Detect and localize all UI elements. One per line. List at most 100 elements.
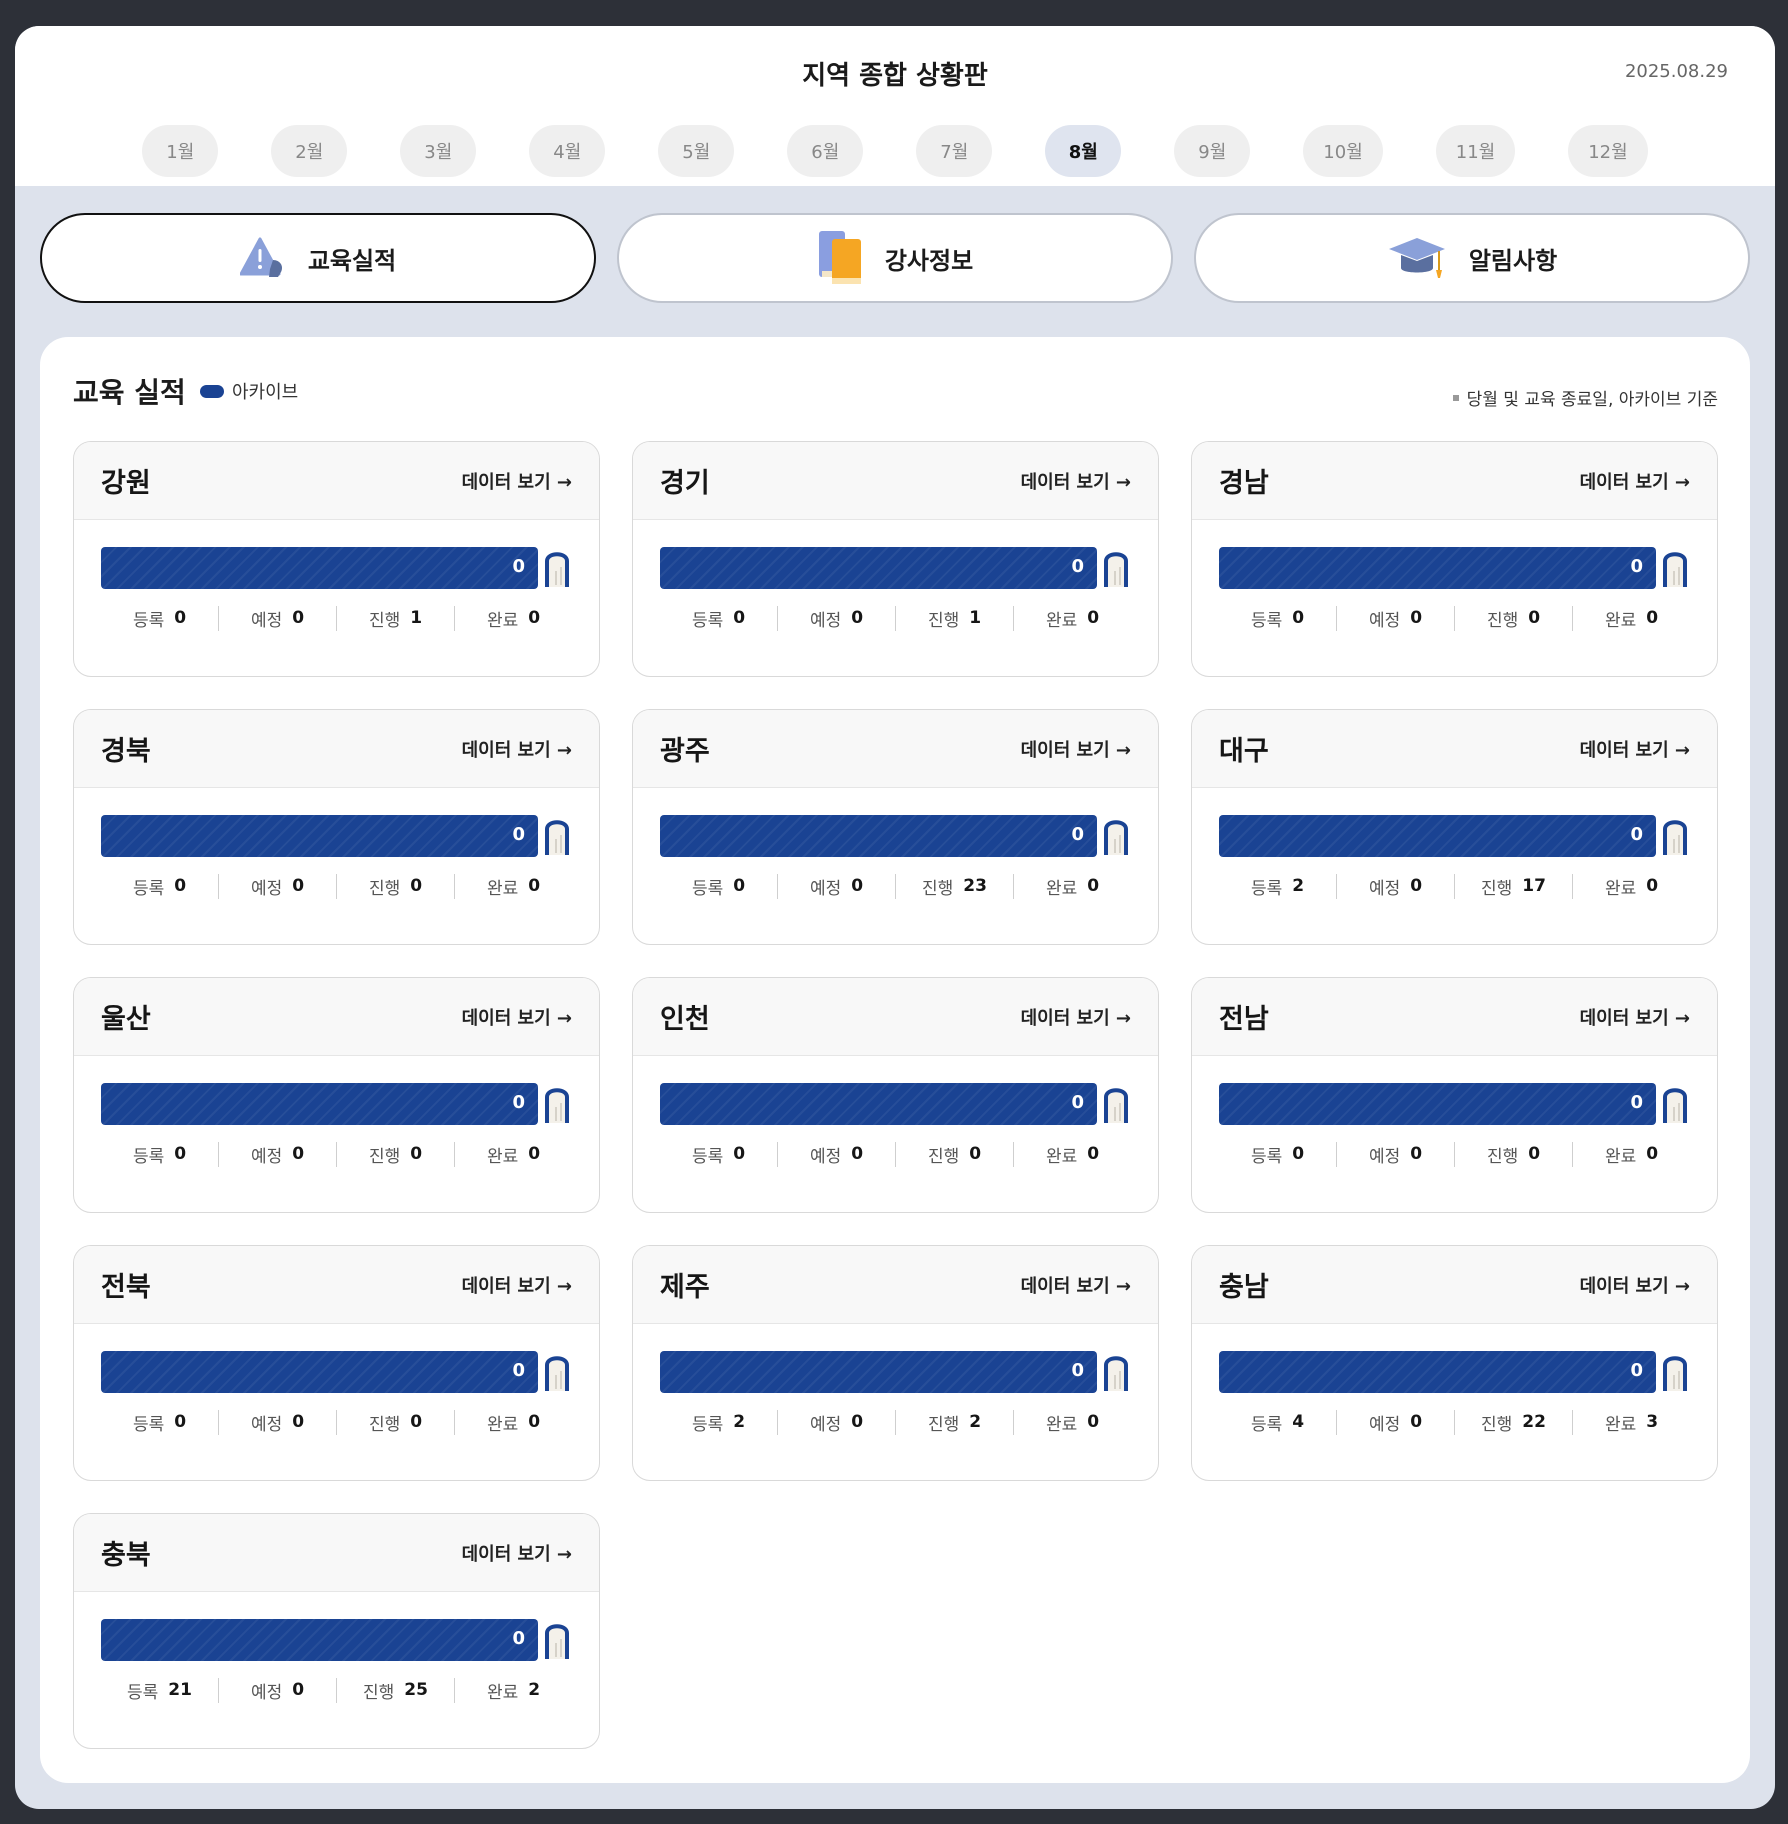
view-data-link[interactable]: 데이터 보기 → (1580, 1004, 1690, 1030)
region-card: 충북 데이터 보기 → 0 등록 21 예정 0 진행 25 완료 2 (73, 1513, 600, 1749)
stat-in-progress: 진행 17 (1454, 873, 1572, 899)
stat-completed: 완료 0 (454, 605, 572, 631)
tab-notices[interactable]: 알림사항 (1194, 213, 1750, 303)
view-data-link[interactable]: 데이터 보기 → (1580, 736, 1690, 762)
month-chip[interactable]: 10월 (1303, 125, 1383, 177)
region-card: 강원 데이터 보기 → 0 등록 0 예정 0 진행 1 완료 0 (73, 441, 600, 677)
region-name: 전북 (101, 1272, 151, 1303)
tab-instructor-info[interactable]: 강사정보 (617, 213, 1173, 303)
archive-value: 0 (1071, 824, 1084, 845)
view-data-link[interactable]: 데이터 보기 → (462, 468, 572, 494)
stat-in-progress: 진행 0 (1454, 605, 1572, 631)
stat-label: 완료 (486, 1414, 519, 1435)
region-name: 충북 (101, 1540, 151, 1571)
month-chip[interactable]: 4월 (529, 125, 606, 177)
month-chip[interactable]: 3월 (400, 125, 477, 177)
region-card: 울산 데이터 보기 → 0 등록 0 예정 0 진행 0 완료 0 (73, 977, 600, 1213)
archive-bar-row: 0 (1219, 1083, 1690, 1125)
stat-value: 0 (292, 608, 305, 628)
region-card: 경기 데이터 보기 → 0 등록 0 예정 0 진행 1 완료 0 (632, 441, 1159, 677)
stat-label: 진행 (927, 1146, 960, 1167)
stats-row: 등록 0 예정 0 진행 0 완료 0 (101, 1141, 572, 1167)
archive-bar: 0 (1219, 1351, 1656, 1393)
view-data-link[interactable]: 데이터 보기 → (1021, 1004, 1131, 1030)
stat-in-progress: 진행 0 (336, 1409, 454, 1435)
stat-completed: 완료 0 (1572, 605, 1690, 631)
card-header: 충남 데이터 보기 → (1192, 1246, 1717, 1324)
stat-registered: 등록 0 (101, 1142, 218, 1167)
view-data-link[interactable]: 데이터 보기 → (1021, 1272, 1131, 1298)
stat-label: 완료 (1045, 878, 1078, 899)
month-chip[interactable]: 6월 (787, 125, 864, 177)
tab-education-results[interactable]: 교육실적 (40, 213, 596, 303)
month-chip[interactable]: 8월 (1045, 125, 1122, 177)
stat-label: 완료 (1045, 610, 1078, 631)
region-name: 대구 (1219, 736, 1269, 767)
stat-label: 진행 (1481, 1414, 1513, 1435)
stat-completed: 완료 0 (1013, 1409, 1131, 1435)
stat-label: 예정 (250, 1414, 283, 1435)
month-chip[interactable]: 11월 (1435, 125, 1516, 177)
archive-bar: 0 (660, 1083, 1097, 1125)
month-chip[interactable]: 7월 (916, 125, 993, 177)
stat-label: 등록 (691, 878, 724, 899)
month-chip[interactable]: 1월 (142, 125, 219, 177)
view-data-link[interactable]: 데이터 보기 → (462, 736, 572, 762)
view-data-link[interactable]: 데이터 보기 → (462, 1004, 572, 1030)
archive-bar-row: 0 (1219, 1351, 1690, 1393)
view-data-link[interactable]: 데이터 보기 → (1021, 468, 1131, 494)
archive-bar: 0 (660, 815, 1097, 857)
stat-label: 예정 (1368, 1146, 1401, 1167)
archive-value: 0 (512, 1092, 525, 1113)
stat-scheduled: 예정 0 (218, 1677, 336, 1703)
archive-bar-row: 0 (101, 815, 572, 857)
stat-completed: 완료 0 (454, 1409, 572, 1435)
stat-scheduled: 예정 0 (777, 873, 895, 899)
view-data-link[interactable]: 데이터 보기 → (1580, 468, 1690, 494)
stat-label: 등록 (691, 610, 724, 631)
stat-label: 완료 (486, 1682, 519, 1703)
region-name: 광주 (660, 736, 710, 767)
view-data-link[interactable]: 데이터 보기 → (1580, 1272, 1690, 1298)
stat-value: 0 (1646, 876, 1659, 896)
stat-in-progress: 진행 0 (895, 1141, 1013, 1167)
card-header: 충북 데이터 보기 → (74, 1514, 599, 1592)
stat-in-progress: 진행 0 (1454, 1141, 1572, 1167)
stat-value: 0 (1528, 1144, 1541, 1164)
stat-registered: 등록 2 (660, 1410, 777, 1435)
archive-value: 0 (1071, 556, 1084, 577)
month-chip[interactable]: 12월 (1568, 125, 1648, 177)
stat-label: 등록 (127, 1682, 159, 1703)
region-card: 전북 데이터 보기 → 0 등록 0 예정 0 진행 0 완료 0 (73, 1245, 600, 1481)
stats-row: 등록 0 예정 0 진행 1 완료 0 (101, 605, 572, 631)
stat-label: 완료 (1604, 610, 1637, 631)
stat-value: 2 (969, 1412, 982, 1432)
archive-value: 0 (1630, 556, 1643, 577)
stat-label: 진행 (1481, 878, 1513, 899)
book-icon (1103, 1351, 1129, 1395)
month-chip[interactable]: 5월 (658, 125, 735, 177)
stat-registered: 등록 0 (101, 606, 218, 631)
view-data-link[interactable]: 데이터 보기 → (1021, 736, 1131, 762)
stat-value: 17 (1522, 876, 1546, 896)
month-chip[interactable]: 9월 (1174, 125, 1251, 177)
card-header: 경남 데이터 보기 → (1192, 442, 1717, 520)
warning-icon (239, 237, 282, 277)
month-chip[interactable]: 2월 (271, 125, 348, 177)
legend-swatch (200, 384, 224, 398)
card-header: 전남 데이터 보기 → (1192, 978, 1717, 1056)
stat-completed: 완료 2 (454, 1677, 572, 1703)
stat-value: 23 (963, 876, 987, 896)
stat-value: 0 (528, 876, 541, 896)
stat-in-progress: 진행 25 (336, 1677, 454, 1703)
stat-label: 예정 (809, 878, 842, 899)
view-data-link[interactable]: 데이터 보기 → (462, 1540, 572, 1566)
stat-value: 0 (733, 876, 746, 896)
stat-value: 0 (1410, 1144, 1423, 1164)
view-data-link[interactable]: 데이터 보기 → (462, 1272, 572, 1298)
stat-value: 0 (733, 1144, 746, 1164)
stat-value: 0 (1087, 876, 1100, 896)
stats-row: 등록 2 예정 0 진행 17 완료 0 (1219, 873, 1690, 899)
stat-value: 25 (404, 1680, 428, 1700)
stat-label: 예정 (1368, 878, 1401, 899)
